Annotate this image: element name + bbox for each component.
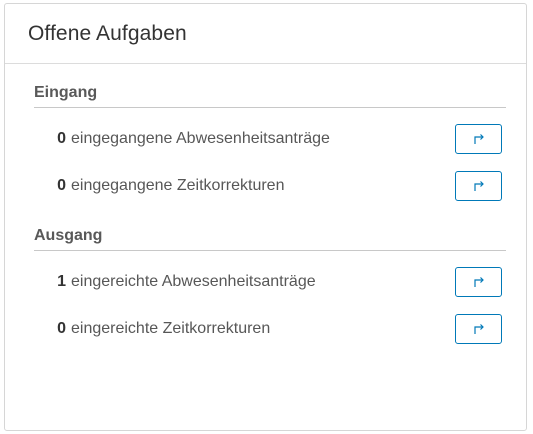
task-row: 0 eingereichte Zeitkorrekturen [34, 305, 506, 352]
task-count: 1 [57, 272, 66, 290]
task-count: 0 [57, 176, 66, 194]
card-header: Offene Aufgaben [5, 4, 526, 64]
open-submitted-time-corrections-button[interactable] [455, 313, 502, 344]
section-inbox: Eingang 0 eingegangene Abwesenheitsanträg… [34, 84, 506, 209]
card-body: Eingang 0 eingegangene Abwesenheitsanträg… [5, 64, 526, 352]
open-tasks-card: Offene Aufgaben Eingang 0 eingegangene Ab… [4, 3, 527, 431]
task-label: eingereichte Abwesenheitsanträge [71, 272, 316, 290]
open-received-time-corrections-button[interactable] [455, 170, 502, 201]
task-row: 0 eingegangene Abwesenheitsanträge [34, 115, 506, 162]
task-row-text: 1 eingereichte Abwesenheitsanträge [34, 273, 316, 291]
card-title: Offene Aufgaben [28, 21, 187, 45]
task-row-text: 0 eingegangene Zeitkorrekturen [34, 177, 284, 195]
open-redirect-icon [473, 180, 485, 192]
section-title-inbox: Eingang [34, 84, 506, 108]
task-label: eingegangene Zeitkorrekturen [71, 176, 285, 194]
task-row-text: 0 eingereichte Zeitkorrekturen [34, 320, 270, 338]
task-count: 0 [57, 319, 66, 337]
task-row: 0 eingegangene Zeitkorrekturen [34, 162, 506, 209]
open-redirect-icon [473, 133, 485, 145]
open-received-absence-requests-button[interactable] [455, 123, 502, 154]
section-outbox: Ausgang 1 eingereichte Abwesenheitsanträg… [34, 227, 506, 352]
open-redirect-icon [473, 323, 485, 335]
task-label: eingereichte Zeitkorrekturen [71, 319, 271, 337]
open-submitted-absence-requests-button[interactable] [455, 266, 502, 297]
task-row-text: 0 eingegangene Abwesenheitsanträge [34, 130, 330, 148]
task-label: eingegangene Abwesenheitsanträge [71, 129, 330, 147]
section-title-outbox: Ausgang [34, 227, 506, 251]
open-redirect-icon [473, 276, 485, 288]
task-row: 1 eingereichte Abwesenheitsanträge [34, 258, 506, 305]
task-count: 0 [57, 129, 66, 147]
